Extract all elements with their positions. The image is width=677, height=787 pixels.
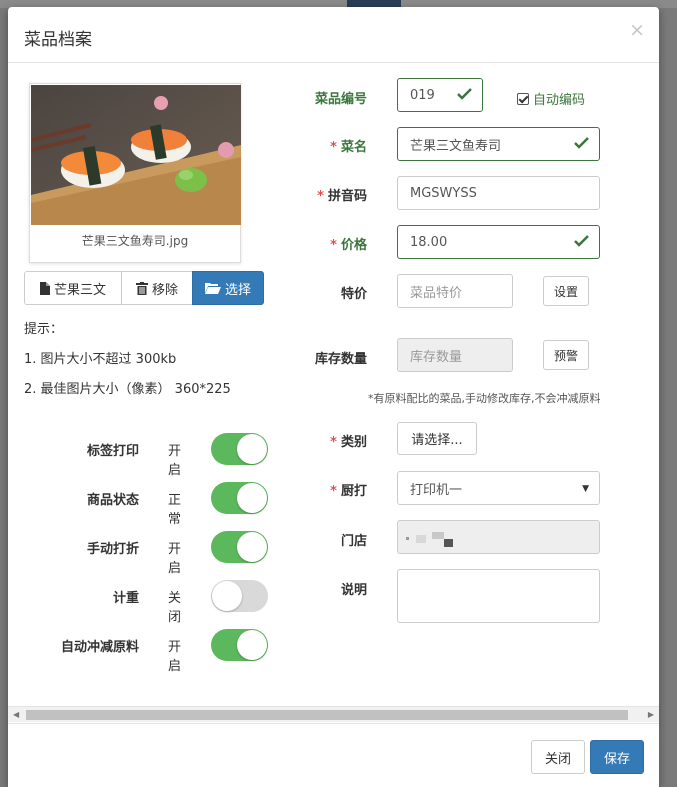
special-price-input[interactable]: 菜品特价 — [397, 274, 513, 308]
choose-image-button[interactable]: 选择 — [192, 271, 264, 305]
stock-note: *有原料配比的菜品,手动修改库存,不会冲减原料 — [368, 392, 601, 405]
choose-category-button[interactable]: 请选择... — [397, 422, 477, 455]
category-label: * 类别 — [330, 435, 367, 450]
set-special-button[interactable]: 设置 — [543, 276, 589, 306]
toggle-state: 开启 — [168, 640, 182, 674]
tips-heading: 提示： — [24, 322, 64, 337]
remove-image-button[interactable]: 移除 — [121, 271, 193, 305]
auto-code-checkbox[interactable]: 自动编码 — [517, 89, 585, 108]
pinyin-value: MGSWYSS — [410, 185, 477, 201]
label-print-switch[interactable] — [211, 433, 268, 465]
trash-icon — [135, 281, 148, 295]
redacted-pixel — [444, 539, 453, 547]
save-button[interactable]: 保存 — [590, 740, 644, 774]
redacted-pixel — [406, 537, 409, 540]
image-tips: 提示： 1. 图片大小不超过 300kb 2. 最佳图片大小（像素） 360*2… — [24, 321, 231, 411]
scroll-left-icon[interactable]: ◀ — [13, 710, 19, 719]
check-icon — [457, 88, 472, 104]
dish-name-input[interactable]: 芒果三文鱼寿司 — [397, 127, 600, 161]
tip-item: 2. 最佳图片大小（像素） 360*225 — [24, 382, 231, 397]
dish-name-value: 芒果三文鱼寿司 — [410, 138, 502, 154]
redacted-pixel — [416, 535, 426, 543]
toggle-label: 手动打折 — [86, 542, 139, 557]
checkbox-icon[interactable] — [517, 92, 529, 105]
toggle-row-auto-deduct: 自动冲减原料 开启 — [8, 628, 268, 674]
close-icon[interactable]: × — [629, 19, 645, 41]
name-label: * 菜名 — [330, 140, 367, 155]
modal-footer: 关闭 保存 — [8, 723, 659, 787]
stock-label: 库存数量 — [314, 352, 367, 367]
modal-title: 菜品档案 — [24, 30, 92, 50]
price-input[interactable]: 18.00 — [397, 225, 600, 259]
toggle-label: 标签打印 — [86, 444, 139, 459]
toggle-state: 关闭 — [168, 591, 182, 625]
auto-code-label: 自动编码 — [533, 93, 586, 108]
sushi-photo — [31, 85, 241, 225]
toggle-state: 开启 — [168, 444, 182, 478]
special-price-label: 特价 — [340, 287, 367, 302]
redacted-pixel — [432, 532, 444, 539]
image-button-group: 芒果三文 移除 选择 — [24, 271, 264, 305]
product-status-switch[interactable] — [211, 482, 268, 514]
dish-image-thumbnail: 芒果三文鱼寿司.jpg — [29, 83, 241, 263]
toggle-label: 自动冲减原料 — [60, 640, 139, 655]
tip-item: 1. 图片大小不超过 300kb — [24, 352, 177, 367]
file-icon — [39, 281, 50, 295]
image-name-button[interactable]: 芒果三文 — [24, 271, 122, 305]
toggle-label: 商品状态 — [86, 493, 139, 508]
store-label: 门店 — [340, 534, 367, 549]
pinyin-input[interactable]: MGSWYSS — [397, 176, 600, 210]
toggle-row-product-status: 商品状态 正常 — [8, 481, 268, 527]
kitchen-print-label: * 厨打 — [330, 484, 367, 499]
special-price-placeholder: 菜品特价 — [410, 285, 463, 301]
caret-down-icon: ▼ — [582, 484, 589, 494]
dish-record-modal: 菜品档案 × 芒果三文鱼寿司.jpg 芒果三文 移除 选择 提示： 1. 图片大… — [8, 7, 659, 787]
description-textarea[interactable] — [397, 569, 600, 623]
kitchen-printer-value: 打印机一 — [410, 482, 463, 498]
description-label: 说明 — [340, 583, 367, 598]
stock-input: 库存数量 — [397, 338, 513, 372]
modal-header: 菜品档案 × — [8, 7, 659, 63]
auto-deduct-switch[interactable] — [211, 629, 268, 661]
scroll-right-icon[interactable]: ▶ — [648, 710, 654, 719]
code-label: 菜品编号 — [314, 92, 367, 107]
price-value: 18.00 — [410, 234, 448, 250]
close-button[interactable]: 关闭 — [531, 740, 585, 774]
image-name-label: 芒果三文 — [53, 282, 106, 298]
folder-open-icon — [204, 282, 221, 294]
weighing-switch[interactable] — [211, 580, 268, 612]
image-filename: 芒果三文鱼寿司.jpg — [81, 234, 189, 248]
toggle-label: 计重 — [112, 591, 139, 606]
remove-label: 移除 — [151, 282, 178, 298]
code-value: 019 — [410, 87, 435, 103]
scrollbar-thumb[interactable] — [26, 710, 628, 720]
toggle-state: 开启 — [168, 542, 182, 576]
pinyin-label: * 拼音码 — [317, 189, 367, 204]
manual-discount-switch[interactable] — [211, 531, 268, 563]
stock-alert-button[interactable]: 预警 — [543, 340, 589, 370]
choose-label: 选择 — [224, 282, 251, 298]
toggle-state: 正常 — [168, 493, 182, 527]
kitchen-printer-select[interactable]: 打印机一 ▼ — [397, 471, 600, 505]
price-label: * 价格 — [330, 238, 367, 253]
stock-placeholder: 库存数量 — [410, 349, 463, 365]
toggle-row-label-print: 标签打印 开启 — [8, 432, 268, 478]
store-input — [397, 520, 600, 554]
toggle-row-manual-discount: 手动打折 开启 — [8, 530, 268, 576]
horizontal-scrollbar[interactable]: ◀ ▶ — [8, 706, 659, 722]
check-icon — [574, 235, 589, 251]
toggle-row-weighing: 计重 关闭 — [8, 579, 268, 625]
check-icon — [574, 137, 589, 153]
code-input[interactable]: 019 — [397, 78, 483, 112]
